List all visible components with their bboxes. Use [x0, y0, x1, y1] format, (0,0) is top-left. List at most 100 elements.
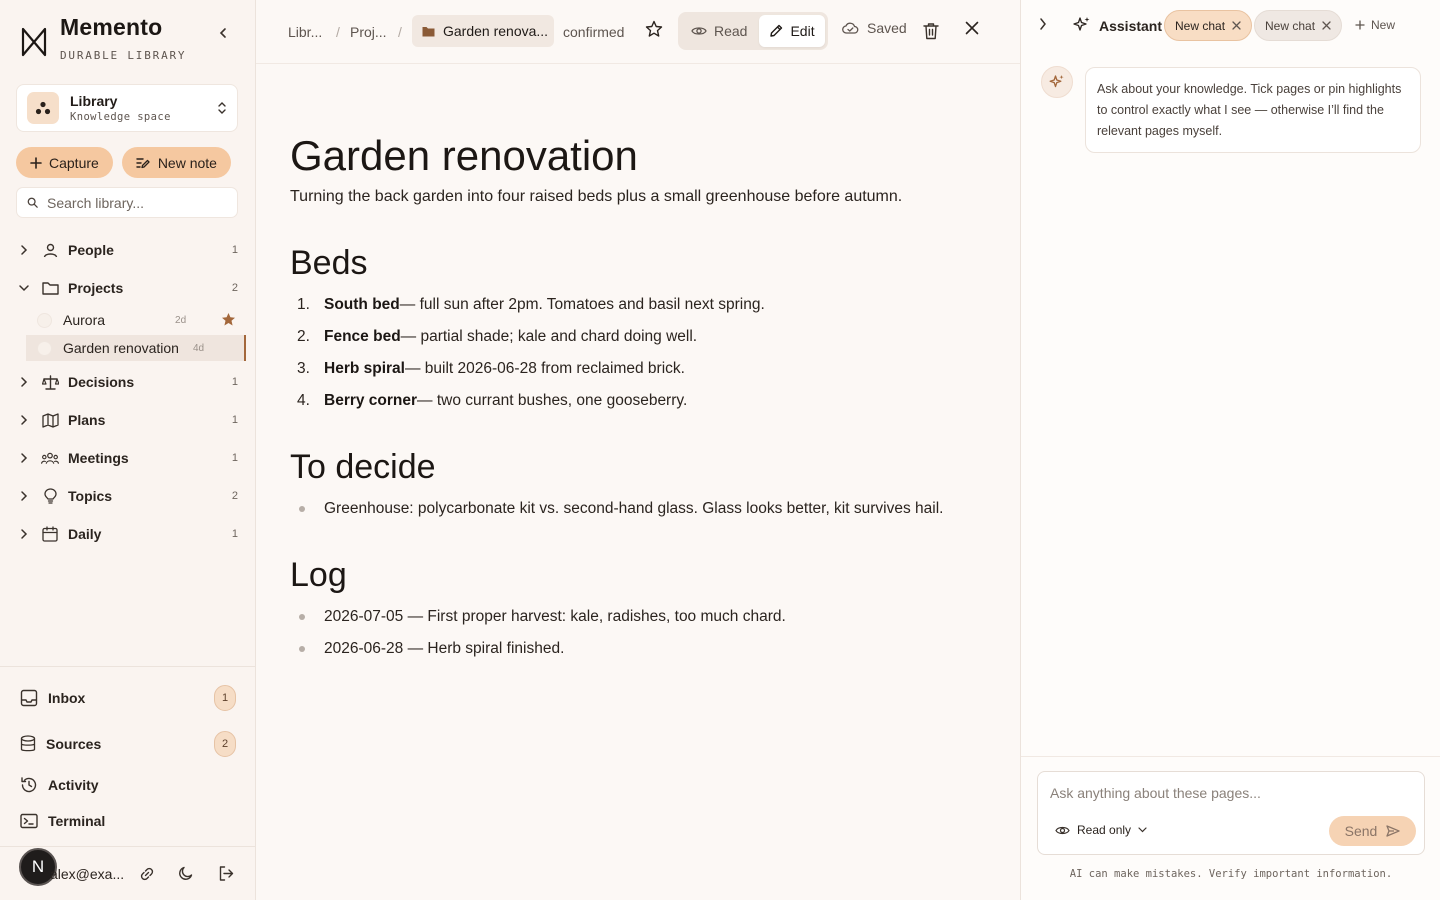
theme-toggle-button[interactable]	[178, 865, 194, 881]
edit-label: Edit	[790, 23, 815, 39]
save-status: Saved	[842, 20, 907, 36]
breadcrumb-separator: /	[398, 24, 402, 40]
app-name: Memento	[60, 14, 163, 40]
section-heading[interactable]: Beds	[290, 244, 368, 283]
close-icon[interactable]	[1232, 21, 1241, 30]
chat-tab[interactable]: New chat	[1164, 10, 1253, 41]
nav-sources[interactable]: Sources 2	[20, 729, 238, 759]
chevron-left-icon	[219, 28, 226, 38]
tree-item-people[interactable]: People 1	[16, 232, 246, 268]
list-number: 3.	[297, 360, 310, 377]
section-heading[interactable]: Log	[290, 556, 347, 595]
tree-item-meetings[interactable]: Meetings 1	[16, 440, 246, 476]
user-email: alex@exa...	[50, 866, 125, 882]
collapse-sidebar-button[interactable]	[212, 22, 234, 44]
tree-item-projects[interactable]: Projects 2	[16, 270, 246, 306]
breadcrumb-projects[interactable]: Proj...	[350, 24, 387, 40]
chevron-right-icon	[21, 491, 28, 501]
list-item-text: 2026-06-28 — Herb spiral finished.	[324, 640, 565, 657]
scale-icon	[41, 374, 59, 390]
capture-button[interactable]: Capture	[16, 147, 113, 178]
nav-terminal[interactable]: Terminal	[20, 806, 238, 836]
new-note-button[interactable]: New note	[121, 147, 231, 178]
brand: Memento DURABLE LIBRARY	[20, 14, 186, 62]
nav-label: Inbox	[48, 690, 86, 706]
cloud-check-icon	[842, 22, 859, 34]
collapse-panel-button[interactable]	[1039, 17, 1047, 31]
list-number: 1.	[297, 296, 310, 313]
new-chat-button[interactable]: New	[1355, 18, 1395, 32]
list-item-text: Greenhouse: polycarbonate kit vs. second…	[324, 500, 944, 517]
tree-item-label: Topics	[68, 488, 113, 504]
pen-lines-icon	[136, 158, 150, 169]
nav-activity[interactable]: Activity	[20, 770, 238, 800]
edit-mode-button[interactable]: Edit	[759, 15, 825, 47]
list-item[interactable]: 2026-07-05 — First proper harvest: kale,…	[290, 605, 786, 629]
folder-filled-icon	[422, 26, 435, 36]
list-item[interactable]: 4. Berry corner — two currant bushes, one…	[290, 389, 687, 413]
divider	[0, 846, 256, 847]
user-row: N alex@exa...	[14, 848, 244, 892]
view-mode-toggle: Read Edit	[678, 12, 828, 50]
link-button[interactable]	[138, 865, 156, 883]
assistant-title: Assistant	[1099, 18, 1163, 34]
page-dot-icon	[37, 312, 52, 328]
chevron-right-icon	[21, 453, 28, 463]
chevron-updown-icon	[218, 102, 226, 114]
tree-item-plans[interactable]: Plans 1	[16, 402, 246, 438]
list-item[interactable]: 2. Fence bed — partial shade; kale and ch…	[290, 325, 697, 349]
nav-inbox[interactable]: Inbox 1	[20, 683, 238, 713]
nav-label: Sources	[46, 736, 102, 752]
list-item[interactable]: 3. Herb spiral — built 2026-06-28 from re…	[290, 357, 685, 381]
tree-item-daily[interactable]: Daily 1	[16, 516, 246, 552]
list-item[interactable]: 1. South bed — full sun after 2pm. Tomato…	[290, 293, 765, 317]
list-item[interactable]: 2026-06-28 — Herb spiral finished.	[290, 637, 564, 661]
section-heading[interactable]: To decide	[290, 448, 436, 487]
tree-item-decisions[interactable]: Decisions 1	[16, 364, 246, 400]
pencil-icon	[770, 24, 783, 37]
list-item[interactable]: Greenhouse: polycarbonate kit vs. second…	[290, 497, 943, 521]
close-icon[interactable]	[1322, 21, 1331, 30]
child-age: 2d	[175, 314, 187, 326]
search-icon	[27, 197, 38, 208]
delete-button[interactable]	[923, 22, 939, 40]
page-summary[interactable]: Turning the back garden into four raised…	[290, 188, 902, 206]
page-dot-icon	[37, 340, 52, 356]
access-mode-select[interactable]: Read only	[1055, 823, 1147, 837]
tree-child-aurora[interactable]: Aurora 2d	[26, 307, 246, 333]
breadcrumb-current[interactable]: Garden renova...	[412, 15, 554, 47]
workspace-switcher[interactable]: Library Knowledge space	[16, 84, 238, 132]
map-icon	[41, 412, 59, 428]
page-title[interactable]: Garden renovation	[290, 132, 638, 180]
assistant-panel: Assistant New chat New chat New Ask abou…	[1020, 0, 1440, 900]
logout-icon	[219, 866, 234, 881]
tree-item-label: Daily	[68, 526, 102, 542]
breadcrumb-library[interactable]: Libr...	[288, 24, 322, 40]
tree-item-count: 1	[231, 376, 238, 388]
search-input[interactable]	[47, 194, 227, 211]
search-box	[16, 187, 238, 218]
chevron-down-icon	[19, 285, 29, 292]
breadcrumb-current-label: Garden renova...	[443, 23, 549, 39]
tree-child-garden-renovation[interactable]: Garden renovation 4d	[26, 335, 246, 361]
chevron-right-icon	[21, 245, 28, 255]
trash-icon	[923, 23, 939, 40]
read-mode-button[interactable]: Read	[681, 15, 757, 47]
status-label: confirmed	[563, 24, 625, 40]
chevron-right-icon	[21, 529, 28, 539]
send-button[interactable]: Send	[1329, 816, 1416, 846]
chat-tab[interactable]: New chat	[1254, 10, 1343, 41]
chat-input[interactable]	[1050, 785, 1410, 807]
inbox-icon	[20, 689, 38, 707]
star-filled-icon[interactable]	[221, 312, 236, 327]
sidebar: Memento DURABLE LIBRARY Library Knowledg…	[0, 0, 256, 900]
close-button[interactable]	[965, 21, 979, 35]
assistant-message: Ask about your knowledge. Tick pages or …	[1085, 67, 1421, 153]
moon-icon	[179, 866, 193, 880]
tree-item-topics[interactable]: Topics 2	[16, 478, 246, 514]
tree-item-count: 2	[231, 282, 238, 294]
eye-icon	[1055, 826, 1070, 834]
logout-button[interactable]	[218, 865, 235, 882]
favorite-button[interactable]	[645, 20, 663, 38]
person-icon	[43, 243, 57, 257]
